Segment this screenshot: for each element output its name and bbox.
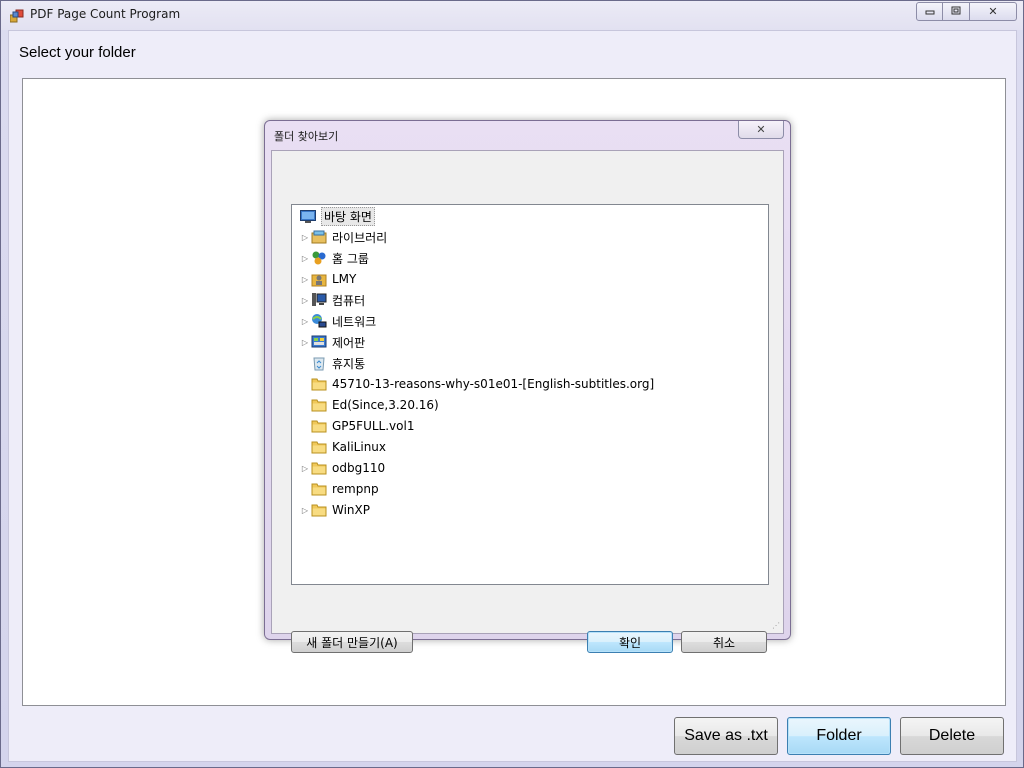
- window-title: PDF Page Count Program: [30, 7, 181, 21]
- expand-arrow-icon[interactable]: ▷: [300, 295, 310, 305]
- title-bar[interactable]: PDF Page Count Program ✕: [1, 1, 1023, 30]
- tree-item[interactable]: ▷ 제어판: [300, 332, 365, 352]
- tree-item[interactable]: ▷ odbg110: [300, 458, 385, 478]
- app-icon: [9, 8, 24, 23]
- no-expander: [300, 421, 310, 431]
- expand-arrow-icon[interactable]: ▷: [300, 274, 310, 284]
- folder-prompt-label: Select your folder: [19, 44, 136, 61]
- no-expander: [300, 442, 310, 452]
- tree-item[interactable]: ▷ 라이브러리: [300, 227, 387, 247]
- no-expander: [300, 400, 310, 410]
- folder-icon: [311, 460, 327, 476]
- tree-item-label: 홈 그룹: [332, 251, 369, 266]
- ok-button[interactable]: 확인: [587, 631, 673, 653]
- no-expander: [300, 358, 310, 368]
- browse-folder-dialog: 폴더 찾아보기 ✕ 바탕 화면 ▷ 라이브러리 ▷ 홈 그룹 ▷ LMY ▷ 컴퓨터 ▷ 네트워크 ▷…: [264, 120, 791, 653]
- expand-arrow-icon[interactable]: ▷: [300, 463, 310, 473]
- tree-item[interactable]: ▷ 홈 그룹: [300, 248, 369, 268]
- control-panel-icon: [311, 334, 327, 350]
- tree-item-label: rempnp: [332, 482, 379, 496]
- recycle-bin-icon: [311, 355, 327, 371]
- close-icon: ✕: [756, 123, 766, 136]
- expand-arrow-icon[interactable]: ▷: [300, 505, 310, 515]
- tree-item-label: WinXP: [332, 503, 370, 517]
- library-icon: [311, 229, 327, 245]
- tree-item[interactable]: ▷ LMY: [300, 269, 356, 289]
- cancel-button[interactable]: 취소: [681, 631, 767, 653]
- minimize-icon: [925, 5, 935, 18]
- tree-item-label: KaliLinux: [332, 440, 387, 454]
- expand-arrow-icon[interactable]: ▷: [300, 316, 310, 326]
- user-folder-icon: [311, 271, 327, 287]
- folder-icon: [311, 502, 327, 518]
- tree-item-label: 휴지통: [332, 356, 366, 371]
- tree-item[interactable]: ▷ 컴퓨터: [300, 290, 365, 310]
- minimize-button[interactable]: [916, 2, 943, 21]
- tree-item-label: 네트워크: [332, 314, 377, 329]
- maximize-button[interactable]: [943, 2, 970, 21]
- expand-arrow-icon[interactable]: ▷: [300, 337, 310, 347]
- tree-item[interactable]: 45710-13-reasons-why-s01e01-[English-sub…: [300, 374, 654, 394]
- folder-tree[interactable]: 바탕 화면 ▷ 라이브러리 ▷ 홈 그룹 ▷ LMY ▷ 컴퓨터 ▷ 네트워크 ▷ 제어판휴지통 4571…: [291, 204, 769, 585]
- folder-icon: [311, 418, 327, 434]
- tree-item-label: 바탕 화면: [321, 206, 375, 226]
- homegroup-icon: [311, 250, 327, 266]
- close-button[interactable]: ✕: [970, 2, 1017, 21]
- delete-button[interactable]: Delete: [900, 717, 1004, 755]
- folder-icon: [311, 376, 327, 392]
- tree-item-label: GP5FULL.vol1: [332, 419, 415, 433]
- dialog-close-button[interactable]: ✕: [738, 121, 784, 139]
- tree-item[interactable]: 바탕 화면: [300, 206, 375, 226]
- tree-item[interactable]: ▷ 네트워크: [300, 311, 376, 331]
- tree-item-label: 제어판: [332, 335, 366, 350]
- tree-item-label: 45710-13-reasons-why-s01e01-[English-sub…: [332, 377, 655, 391]
- folder-icon: [311, 397, 327, 413]
- dialog-title: 폴더 찾아보기: [274, 130, 339, 143]
- tree-item[interactable]: KaliLinux: [300, 437, 386, 457]
- no-expander: [300, 484, 310, 494]
- window-controls: ✕: [916, 2, 1017, 21]
- desktop-icon: [300, 208, 316, 224]
- tree-item-label: odbg110: [332, 461, 386, 475]
- network-icon: [311, 313, 327, 329]
- resize-grip-icon[interactable]: ⋰: [772, 621, 780, 630]
- tree-item-label: 라이브러리: [332, 230, 388, 245]
- tree-item-label: Ed(Since,3.20.16): [332, 398, 439, 412]
- folder-icon: [311, 481, 327, 497]
- tree-item[interactable]: rempnp: [300, 479, 379, 499]
- tree-item[interactable]: Ed(Since,3.20.16): [300, 395, 439, 415]
- save-as-txt-button[interactable]: Save as .txt: [674, 717, 778, 755]
- dialog-body: 바탕 화면 ▷ 라이브러리 ▷ 홈 그룹 ▷ LMY ▷ 컴퓨터 ▷ 네트워크 ▷ 제어판휴지통 4571…: [271, 150, 784, 653]
- folder-button[interactable]: Folder: [787, 717, 891, 755]
- no-expander: [300, 379, 310, 389]
- maximize-icon: [951, 5, 961, 18]
- tree-item[interactable]: ▷ WinXP: [300, 500, 370, 520]
- tree-item[interactable]: GP5FULL.vol1: [300, 416, 414, 436]
- tree-item[interactable]: 휴지통: [300, 353, 365, 373]
- new-folder-button[interactable]: 새 폴더 만들기(A): [291, 631, 413, 653]
- tree-item-label: LMY: [332, 272, 357, 286]
- tree-item-label: 컴퓨터: [332, 293, 366, 308]
- close-icon: ✕: [988, 5, 998, 18]
- computer-icon: [311, 292, 327, 308]
- expand-arrow-icon[interactable]: ▷: [300, 253, 310, 263]
- expand-arrow-icon[interactable]: ▷: [300, 232, 310, 242]
- folder-icon: [311, 439, 327, 455]
